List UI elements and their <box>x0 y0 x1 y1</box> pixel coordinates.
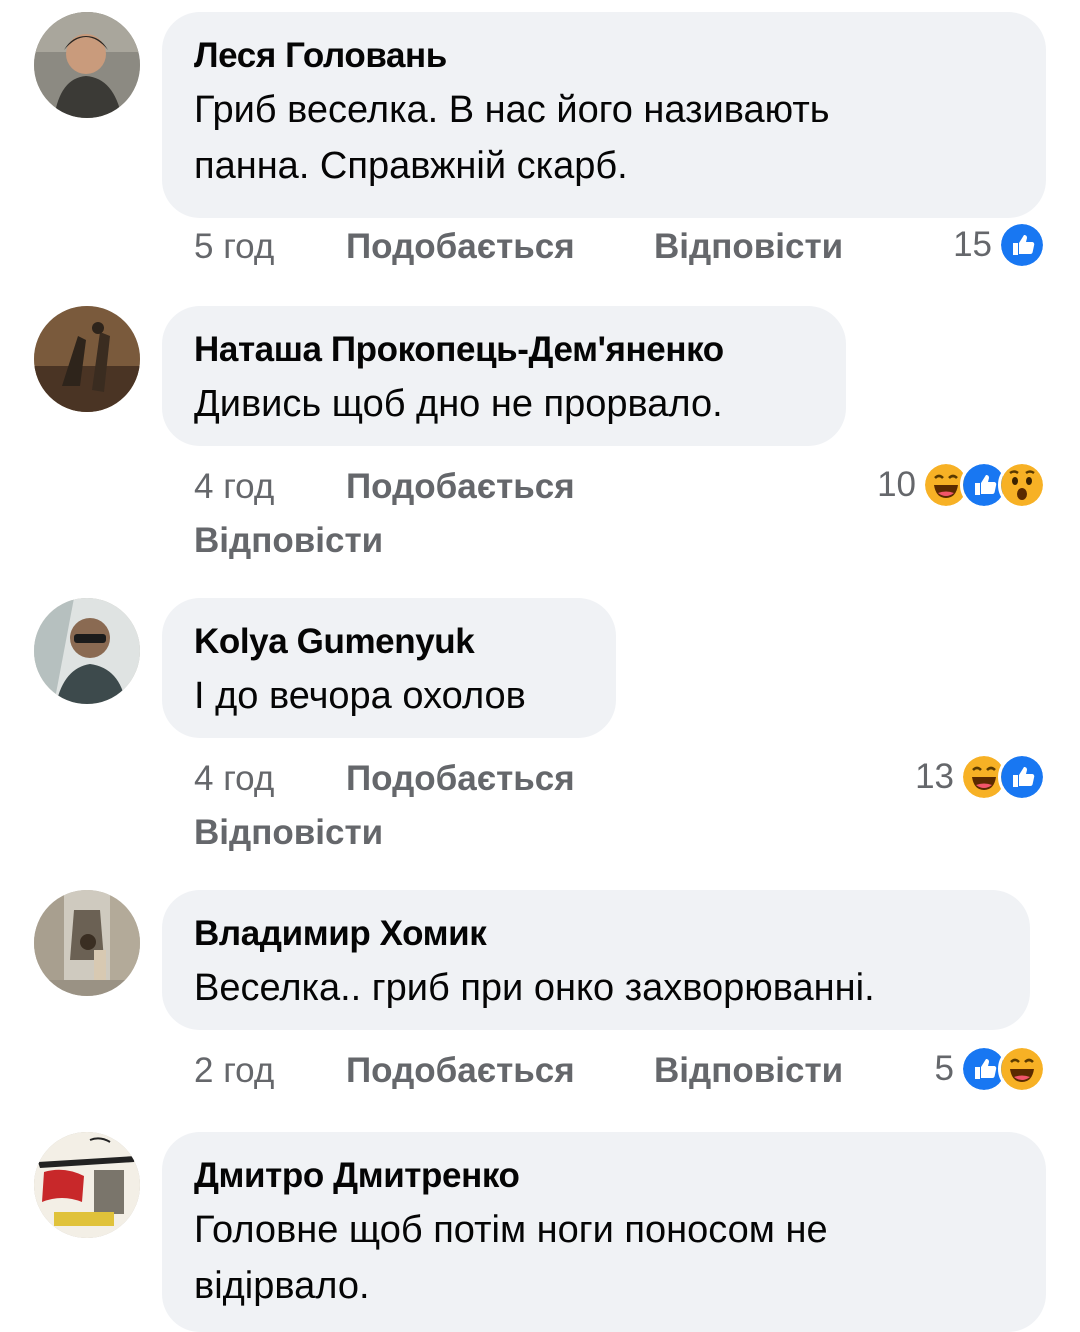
comment-text: Головне щоб потім ноги поносом не відірв… <box>194 1209 828 1307</box>
comment-author[interactable]: Kolya Gumenyuk <box>194 620 584 664</box>
avatar[interactable] <box>34 306 140 412</box>
reaction-summary[interactable]: 10 <box>877 458 1046 512</box>
reply-button[interactable]: Відповісти <box>654 220 843 274</box>
like-icon <box>998 221 1046 269</box>
comment-timestamp[interactable]: 4 год <box>194 460 274 514</box>
reply-button[interactable]: Відповісти <box>194 806 383 860</box>
comment-author[interactable]: Леся Головань <box>194 34 1014 78</box>
reaction-count: 5 <box>934 1049 954 1088</box>
reaction-summary[interactable]: 13 <box>915 750 1046 804</box>
comment-bubble: Дмитро Дмитренко Головне щоб потім ноги … <box>162 1132 1046 1332</box>
reaction-count: 13 <box>915 757 954 796</box>
comment-bubble: Наташа Прокопець-Дем'яненко Дивись щоб д… <box>162 306 846 446</box>
avatar[interactable] <box>34 890 140 996</box>
comment-author[interactable]: Владимир Хомик <box>194 912 998 956</box>
avatar[interactable] <box>34 1132 140 1238</box>
reaction-count: 15 <box>953 225 992 264</box>
like-button[interactable]: Подобається <box>346 752 575 806</box>
comment-text: І до вечора охолов <box>194 675 526 717</box>
comment-text: Дивись щоб дно не прорвало. <box>194 383 723 425</box>
reply-button[interactable]: Відповісти <box>194 514 383 568</box>
comment-timestamp[interactable]: 4 год <box>194 752 274 806</box>
like-button[interactable]: Подобається <box>346 460 575 514</box>
like-icon <box>998 753 1046 801</box>
avatar[interactable] <box>34 12 140 118</box>
comment-text: Гриб веселка. В нас його називають панна… <box>194 89 830 187</box>
comment-timestamp[interactable]: 5 год <box>194 220 274 274</box>
reply-button[interactable]: Відповісти <box>654 1044 843 1098</box>
reaction-summary[interactable]: 15 <box>953 218 1046 272</box>
haha-icon <box>998 1045 1046 1093</box>
comment-author[interactable]: Наташа Прокопець-Дем'яненко <box>194 328 814 372</box>
reaction-count: 10 <box>877 465 916 504</box>
comment-timestamp[interactable]: 2 год <box>194 1044 274 1098</box>
comment-bubble: Владимир Хомик Веселка.. гриб при онко з… <box>162 890 1030 1030</box>
comment-author[interactable]: Дмитро Дмитренко <box>194 1154 1014 1198</box>
reaction-summary[interactable]: 5 <box>935 1042 1046 1096</box>
avatar[interactable] <box>34 598 140 704</box>
comment-text: Веселка.. гриб при онко захворюванні. <box>194 967 875 1009</box>
comment-bubble: Леся Головань Гриб веселка. В нас його н… <box>162 12 1046 218</box>
like-button[interactable]: Подобається <box>346 1044 575 1098</box>
comment-bubble: Kolya Gumenyuk І до вечора охолов <box>162 598 616 738</box>
wow-icon <box>998 461 1046 509</box>
like-button[interactable]: Подобається <box>346 220 575 274</box>
